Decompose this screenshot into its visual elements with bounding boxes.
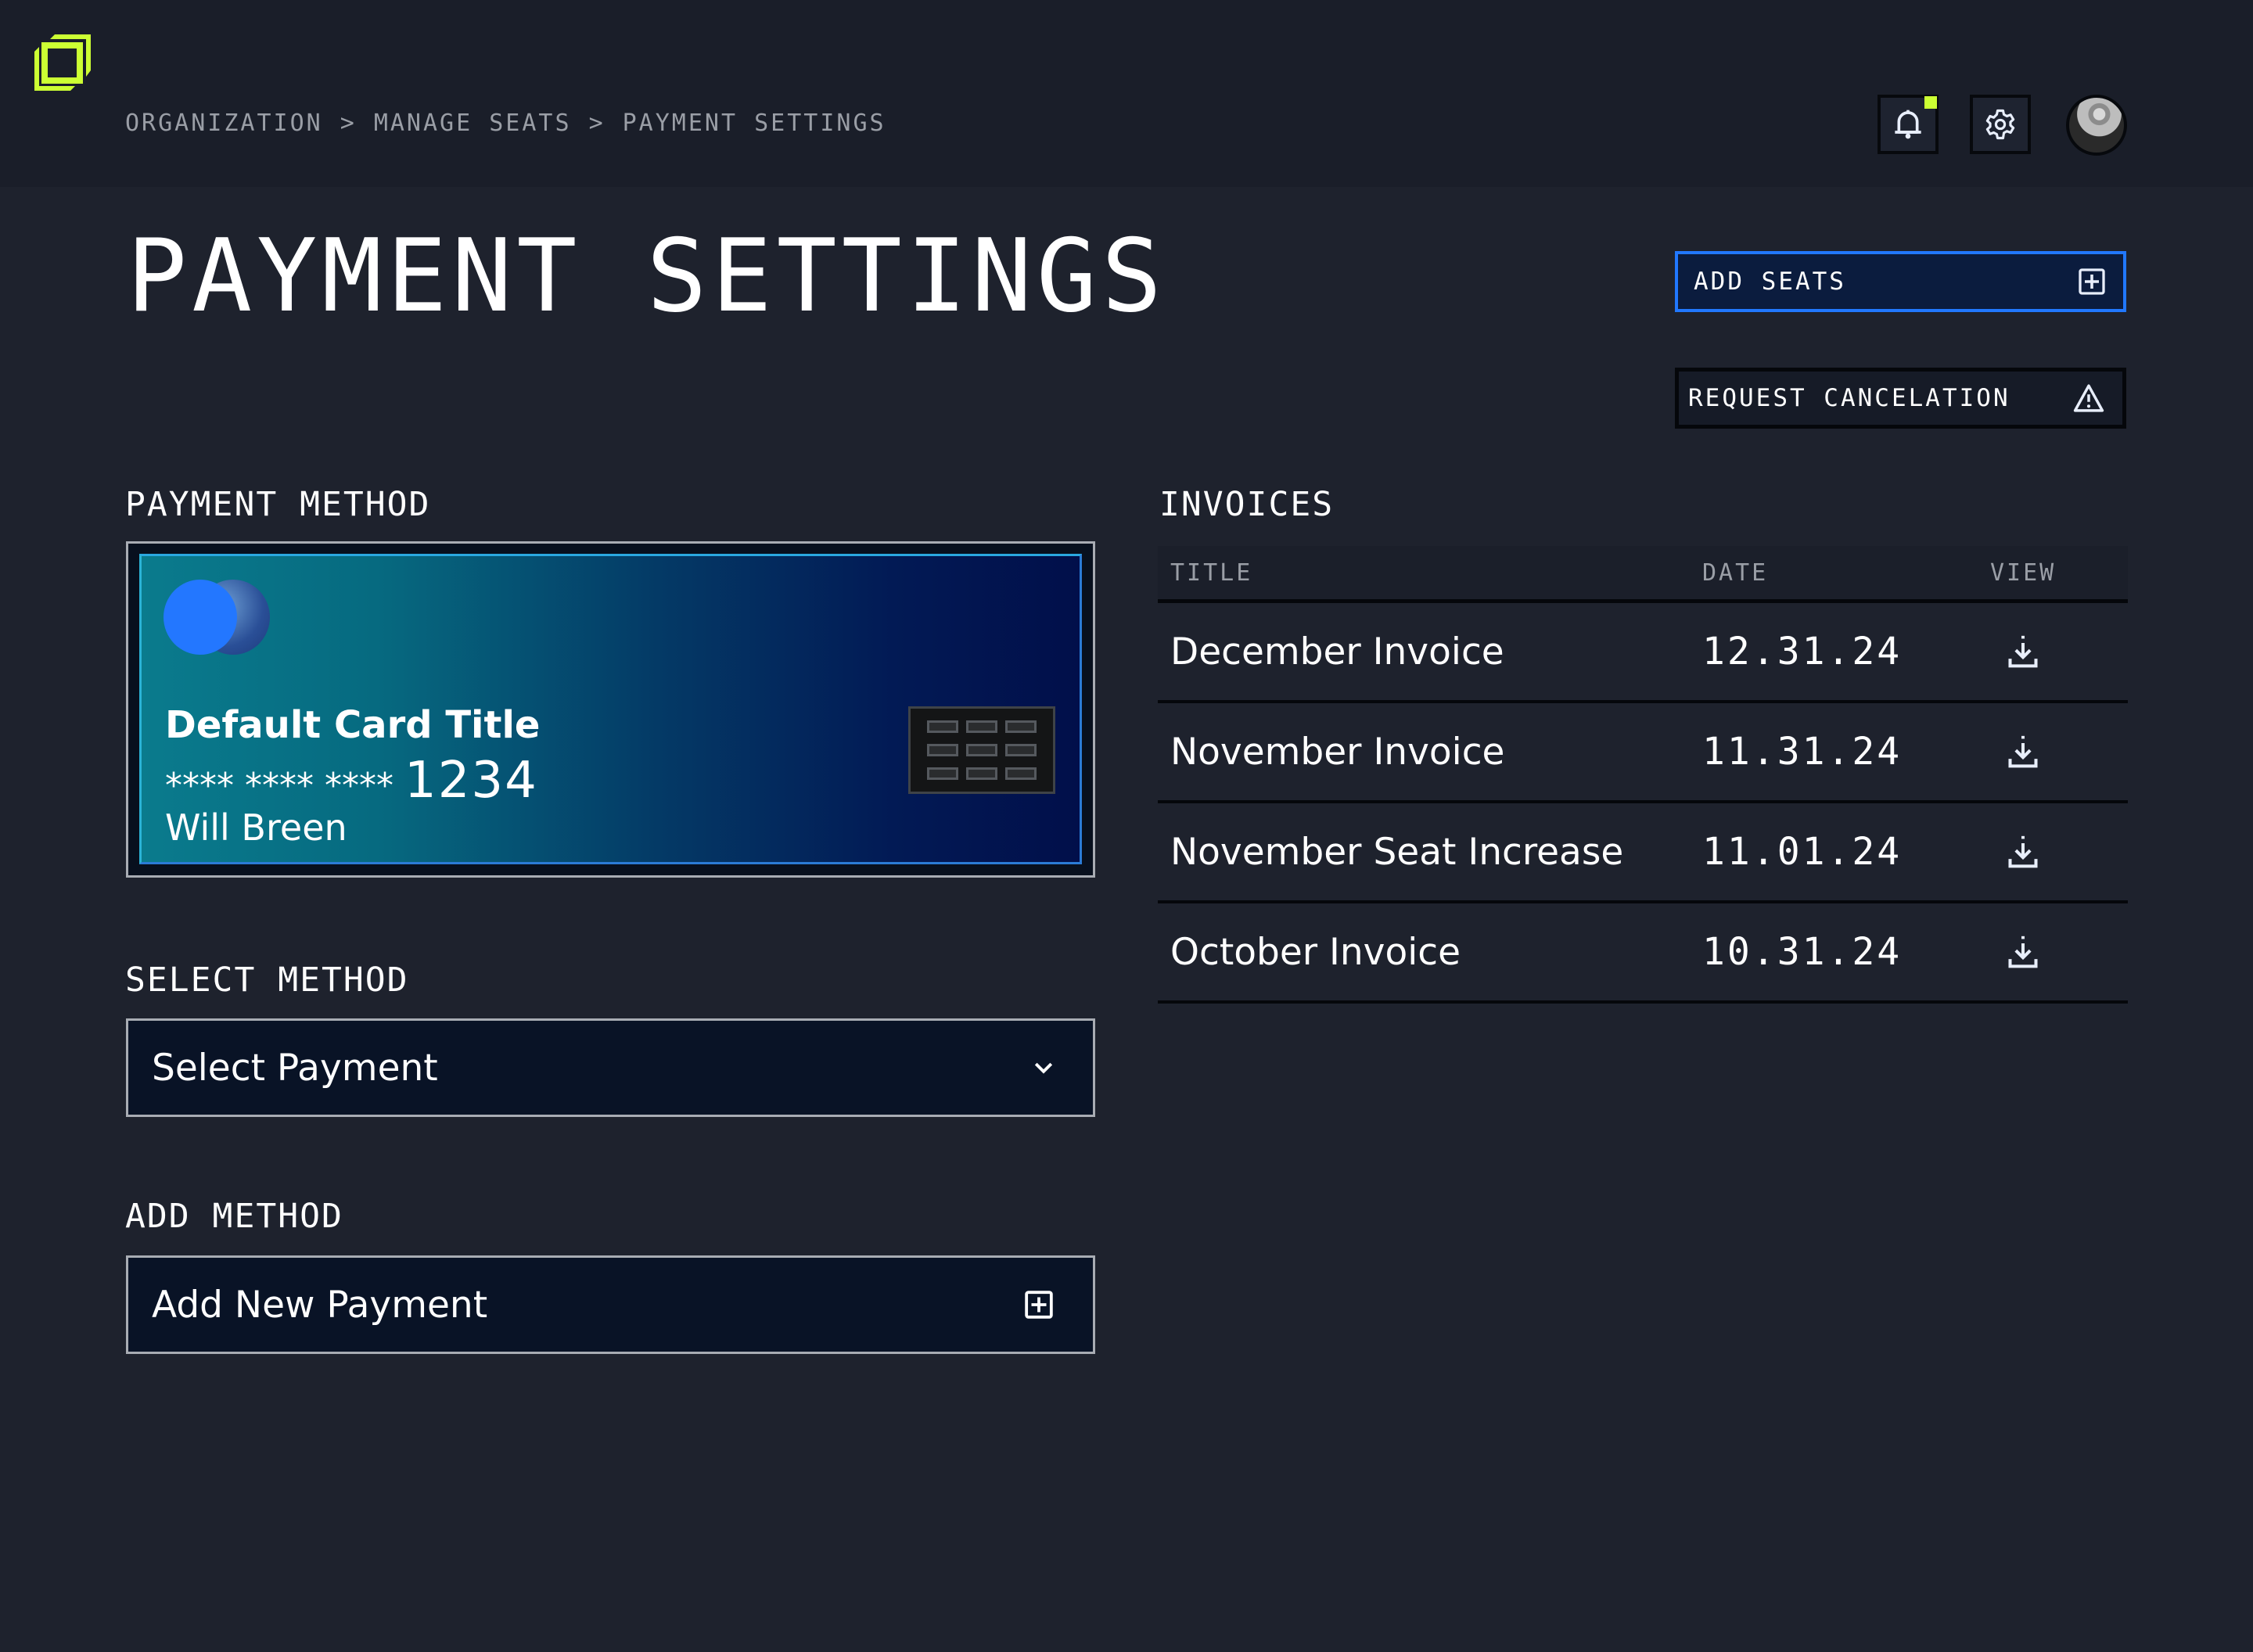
invoice-title: November Seat Increase <box>1170 830 1624 874</box>
invoice-download-button[interactable] <box>1990 734 2128 770</box>
gear-icon <box>1985 109 2015 140</box>
invoices-table: TITLE DATE VIEW December Invoice 12.31.2… <box>1158 546 2128 1004</box>
invoice-date: 10.31.24 <box>1702 930 1903 974</box>
breadcrumb-item-manage-seats[interactable]: MANAGE SEATS <box>374 110 572 137</box>
invoice-title: October Invoice <box>1170 930 1461 974</box>
invoice-row[interactable]: November Invoice 11.31.24 <box>1158 703 2128 803</box>
card-holder-name: Will Breen <box>165 806 347 849</box>
select-payment-placeholder: Select Payment <box>152 1046 438 1090</box>
notifications-button[interactable] <box>1878 95 1939 154</box>
add-new-payment-button[interactable]: Add New Payment <box>126 1255 1095 1354</box>
column-header-date[interactable]: DATE <box>1699 559 1990 587</box>
breadcrumb-item-organization[interactable]: ORGANIZATION <box>125 110 323 137</box>
download-icon <box>2008 635 2038 668</box>
breadcrumb: ORGANIZATION > MANAGE SEATS > PAYMENT SETTIN… <box>125 110 886 137</box>
invoice-row[interactable]: December Invoice 12.31.24 <box>1158 603 2128 703</box>
download-icon <box>2008 835 2038 868</box>
column-header-title[interactable]: TITLE <box>1158 559 1699 587</box>
invoice-title: November Invoice <box>1170 730 1505 774</box>
card-number-last4: 1234 <box>404 752 538 810</box>
add-method-heading: ADD METHOD <box>125 1197 343 1236</box>
select-method-heading: SELECT METHOD <box>125 961 409 1000</box>
app-logo-icon[interactable] <box>31 31 94 94</box>
add-seats-button[interactable]: ADD SEATS <box>1675 251 2126 312</box>
request-cancelation-button[interactable]: REQUEST CANCELATION <box>1675 368 2126 429</box>
top-bar <box>0 0 2253 187</box>
add-new-payment-label: Add New Payment <box>152 1283 488 1327</box>
payment-card[interactable]: Default Card Title **** **** **** 1234 W… <box>139 554 1082 864</box>
download-icon <box>2008 735 2038 768</box>
card-brand-logo-icon <box>163 580 279 658</box>
invoice-download-button[interactable] <box>1990 634 2128 670</box>
bell-icon <box>1895 110 1921 139</box>
select-payment-dropdown[interactable]: Select Payment <box>126 1018 1095 1117</box>
invoices-heading: INVOICES <box>1159 485 1335 524</box>
breadcrumb-separator: > <box>588 110 605 137</box>
chevron-down-icon <box>1034 1062 1053 1074</box>
card-chip-icon <box>908 706 1055 794</box>
invoice-row[interactable]: November Seat Increase 11.01.24 <box>1158 803 2128 903</box>
payment-method-heading: PAYMENT METHOD <box>125 485 431 524</box>
invoices-table-header: TITLE DATE VIEW <box>1158 546 2128 603</box>
card-number-masked: **** **** **** <box>165 766 393 806</box>
breadcrumb-item-payment-settings: PAYMENT SETTINGS <box>622 110 886 137</box>
add-seats-label: ADD SEATS <box>1694 268 1846 296</box>
invoice-download-button[interactable] <box>1990 934 2128 970</box>
column-header-view: VIEW <box>1990 558 2057 587</box>
plus-square-icon <box>1025 1291 1053 1319</box>
payment-card-container[interactable]: Default Card Title **** **** **** 1234 W… <box>126 541 1095 878</box>
page-title: PAYMENT SETTINGS <box>127 218 1166 335</box>
plus-square-icon <box>2079 268 2105 295</box>
invoice-row[interactable]: October Invoice 10.31.24 <box>1158 903 2128 1004</box>
request-cancelation-label: REQUEST CANCELATION <box>1688 384 2010 412</box>
invoice-date: 11.31.24 <box>1702 730 1903 774</box>
invoice-date: 12.31.24 <box>1702 630 1903 673</box>
card-number: **** **** **** 1234 <box>165 752 538 810</box>
invoice-title: December Invoice <box>1170 630 1504 673</box>
warning-triangle-icon <box>2073 384 2104 412</box>
unread-indicator <box>1924 96 1937 109</box>
breadcrumb-separator: > <box>340 110 357 137</box>
user-avatar[interactable] <box>2066 95 2127 156</box>
download-icon <box>2008 936 2038 968</box>
invoice-download-button[interactable] <box>1990 834 2128 870</box>
invoice-date: 11.01.24 <box>1702 830 1903 874</box>
card-title: Default Card Title <box>165 703 541 747</box>
settings-button[interactable] <box>1970 95 2031 154</box>
